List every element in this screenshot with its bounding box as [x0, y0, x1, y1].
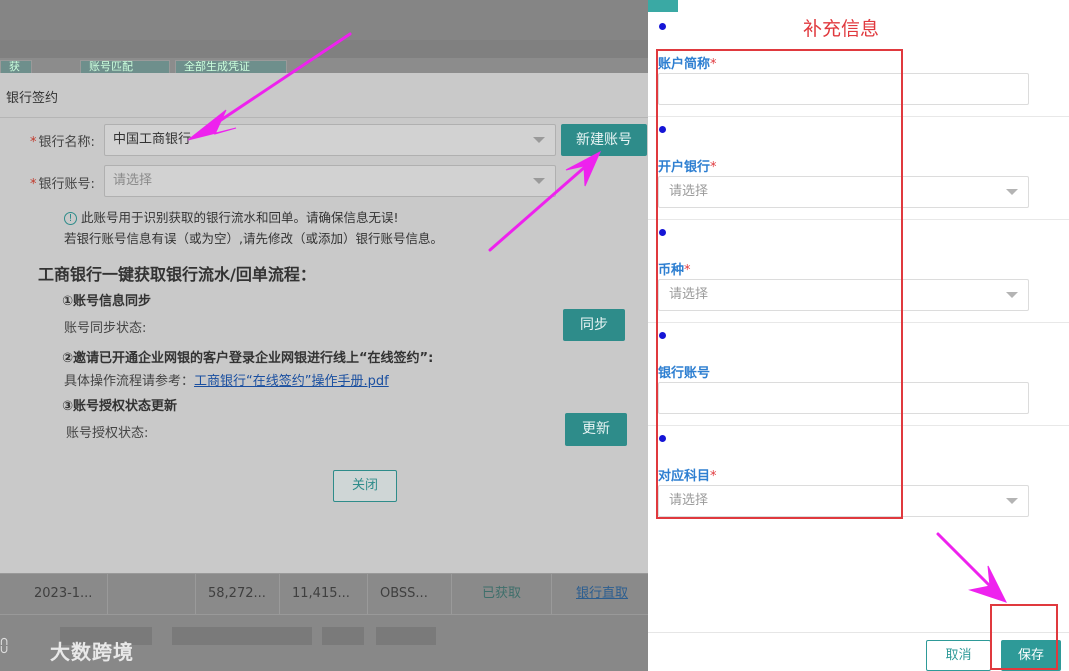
save-highlight-box: [990, 604, 1058, 670]
bank-name-label: * 银行名称:: [30, 135, 95, 150]
bank-sign-dialog: 银行签约 * 银行名称: 中国工商银行 新建账号 * 银行账号: 请选择 ! 此账号用…: [0, 73, 648, 573]
bank-name-select[interactable]: 中国工商银行: [104, 124, 556, 156]
chevron-down-icon: [1006, 498, 1018, 504]
account-note-line1: ! 此账号用于识别获取的银行流水和回单。请确保信息无误!: [64, 207, 399, 226]
new-account-button[interactable]: 新建账号: [561, 124, 647, 156]
dialog-title: 银行签约: [6, 91, 59, 106]
step3-title: ③账号授权状态更新: [62, 399, 178, 414]
flow-title: 工商银行一键获取银行流水/回单流程：: [38, 265, 316, 284]
cell-amount1: 58,272...: [196, 574, 280, 614]
manual-pdf-link[interactable]: 工商银行“在线签约”操作手册.pdf: [194, 374, 389, 389]
bg-tab-match: 账号匹配: [80, 60, 170, 74]
update-button[interactable]: 更新: [565, 413, 627, 446]
account-note-line2: 若银行账号信息有误（或为空）,请先修改（或添加）银行账号信息。: [64, 231, 443, 246]
bank-account-placeholder: 请选择: [113, 173, 153, 188]
step1-status-label: 账号同步状态:: [64, 321, 147, 336]
cell-amount2: 11,415...: [280, 574, 368, 614]
chevron-down-icon: [533, 137, 545, 143]
bg-tab-fetch: 获取: [0, 60, 32, 74]
sync-button[interactable]: 同步: [563, 309, 625, 341]
fields-highlight-box: [656, 49, 903, 519]
step2-title: ②邀请已开通企业网银的客户登录企业网银进行线上“在线签约”:: [62, 351, 434, 366]
bg-tab-generate: 全部生成凭证: [175, 60, 287, 74]
step3-status-label: 账号授权状态:: [66, 426, 149, 441]
chevron-down-icon: [1006, 189, 1018, 195]
chevron-down-icon: [533, 178, 545, 184]
cell-action-link[interactable]: 银行直取: [564, 574, 648, 614]
close-button[interactable]: 关闭: [333, 470, 397, 502]
bank-account-label: * 银行账号:: [30, 177, 95, 192]
cell-empty: [108, 574, 196, 614]
watermark-text: 大数跨境: [50, 640, 134, 664]
watermark-logo-icon: ⩇: [0, 636, 9, 657]
bullet-dot: [659, 23, 666, 30]
bank-account-select[interactable]: 请选择: [104, 165, 556, 197]
cancel-button[interactable]: 取消: [926, 640, 991, 671]
bank-name-value: 中国工商银行: [113, 132, 192, 147]
background-topbar: [0, 0, 648, 58]
cell-date: 2023-1...: [22, 574, 108, 614]
panel-title: 补充信息: [803, 18, 880, 40]
step1-title: ①账号信息同步: [62, 294, 152, 309]
cell-status: 已获取: [452, 574, 552, 614]
info-icon: !: [64, 212, 77, 225]
chevron-down-icon: [1006, 292, 1018, 298]
supplement-info-panel: 补充信息 账户简称* 开户银行* 请选择 币种* 请选择 银行账号 对应科目* …: [648, 0, 1069, 671]
table-row: 2023-1... 58,272... 11,415... OBSS... 已获…: [0, 573, 648, 615]
step2-reference: 具体操作流程请参考：工商银行“在线签约”操作手册.pdf: [64, 374, 389, 389]
cell-code: OBSS...: [368, 574, 452, 614]
